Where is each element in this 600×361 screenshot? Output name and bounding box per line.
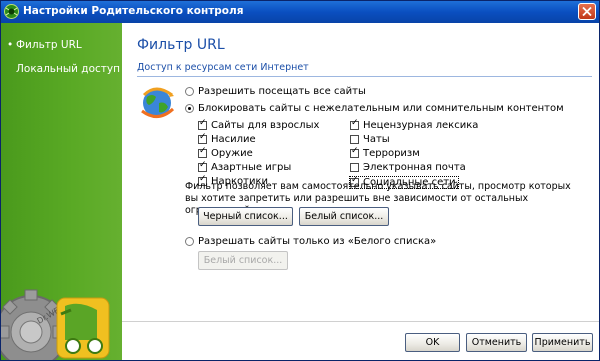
spider-app-icon — [4, 4, 19, 19]
allow-all-radio[interactable]: Разрешить посещать все сайты — [185, 86, 366, 97]
page-title: Фильтр URL — [137, 37, 225, 53]
section-divider — [137, 76, 592, 77]
category-label: Сайты для взрослых — [211, 120, 320, 131]
category-chats[interactable]: Чаты — [350, 134, 390, 145]
footer-divider — [122, 321, 599, 322]
category-label: Нецензурная лексика — [363, 120, 479, 131]
category-email[interactable]: Электронная почта — [350, 162, 466, 173]
category-adult[interactable]: Сайты для взрослых — [198, 118, 320, 131]
globe-icon — [141, 87, 175, 118]
category-obscene[interactable]: Нецензурная лексика — [350, 118, 479, 131]
whitelist-only-label: Разрешать сайты только из «Белого списка… — [198, 236, 437, 247]
sidebar: • Фильтр URL Локальный доступ Dr.WEB — [1, 23, 122, 360]
checkbox[interactable] — [350, 146, 359, 158]
allow-all-label: Разрешить посещать все сайты — [198, 86, 366, 97]
sidebar-item-label: Фильтр URL — [16, 39, 82, 51]
category-label: Электронная почта — [363, 162, 466, 173]
radio-button[interactable] — [185, 237, 194, 246]
category-label: Чаты — [363, 134, 390, 145]
drweb-logo: Dr.WEB — [1, 289, 110, 360]
radio-button[interactable] — [185, 87, 194, 96]
block-content-label: Блокировать сайты с нежелательным или со… — [198, 103, 564, 114]
whitelist-only-radio[interactable]: Разрешать сайты только из «Белого списка… — [185, 236, 436, 247]
category-label: Оружие — [211, 148, 253, 159]
white-list-button[interactable]: Белый список... — [299, 207, 389, 226]
category-terrorism[interactable]: Терроризм — [350, 146, 420, 159]
parental-control-window: Настройки Родительского контроля • Фильтр… — [0, 0, 600, 361]
cancel-button[interactable]: Отменить — [466, 333, 527, 352]
category-label: Насилие — [211, 134, 256, 145]
close-icon — [582, 7, 592, 16]
checkbox[interactable] — [198, 160, 207, 172]
checkbox[interactable] — [198, 132, 207, 144]
white-list-button-disabled: Белый список... — [198, 251, 288, 270]
category-violence[interactable]: Насилие — [198, 132, 256, 145]
checkbox[interactable] — [350, 163, 359, 172]
apply-button[interactable]: Применить — [532, 333, 593, 352]
category-label: Азартные игры — [211, 162, 292, 173]
title-bar[interactable]: Настройки Родительского контроля — [1, 1, 599, 23]
close-button[interactable] — [578, 3, 596, 20]
sidebar-item-url-filter[interactable]: • Фильтр URL — [7, 39, 82, 51]
checkbox[interactable] — [198, 118, 207, 130]
active-bullet-icon: • — [7, 39, 14, 51]
window-title: Настройки Родительского контроля — [23, 5, 244, 17]
category-label: Терроризм — [363, 148, 420, 159]
section-label: Доступ к ресурсам сети Интернет — [137, 62, 309, 73]
black-list-button[interactable]: Черный список... — [198, 207, 293, 226]
category-gambling[interactable]: Азартные игры — [198, 160, 292, 173]
checkbox[interactable] — [198, 146, 207, 158]
block-content-radio[interactable]: Блокировать сайты с нежелательным или со… — [185, 103, 564, 114]
ok-button[interactable]: OK — [405, 333, 460, 352]
main-panel: Фильтр URL Доступ к ресурсам сети Интерн… — [122, 23, 599, 360]
category-weapons[interactable]: Оружие — [198, 146, 253, 159]
checkbox[interactable] — [350, 118, 359, 130]
sidebar-item-local-access[interactable]: Локальный доступ — [16, 63, 120, 75]
sidebar-item-label: Локальный доступ — [16, 63, 120, 75]
checkbox[interactable] — [350, 135, 359, 144]
radio-button[interactable] — [185, 104, 194, 113]
